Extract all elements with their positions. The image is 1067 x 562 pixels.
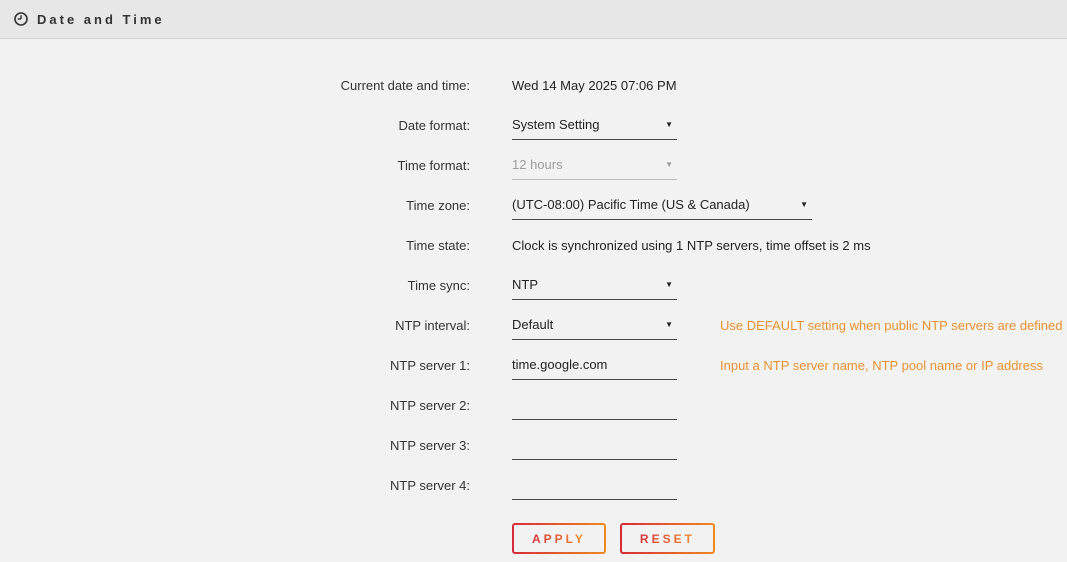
date-time-form: Current date and time: Wed 14 May 2025 0… <box>0 39 1067 554</box>
chevron-down-icon: ▼ <box>665 281 677 289</box>
row-ntp-server-3: NTP server 3: <box>0 425 1067 465</box>
row-time-state: Time state: Clock is synchronized using … <box>0 225 1067 265</box>
row-ntp-server-2: NTP server 2: <box>0 385 1067 425</box>
time-format-label: Time format: <box>0 158 470 173</box>
time-format-select: 12 hours ▼ <box>512 151 677 180</box>
date-format-selected-value: System Setting <box>512 117 599 132</box>
chevron-down-icon: ▼ <box>665 121 677 129</box>
time-format-selected-value: 12 hours <box>512 157 563 172</box>
ntp-interval-select[interactable]: Default ▼ <box>512 311 677 340</box>
time-sync-label: Time sync: <box>0 278 470 293</box>
row-time-format: Time format: 12 hours ▼ <box>0 145 1067 185</box>
ntp-server-4-label: NTP server 4: <box>0 478 470 493</box>
form-actions: APPLY RESET <box>512 523 1067 554</box>
ntp-server-1-label: NTP server 1: <box>0 358 470 373</box>
ntp-interval-label: NTP interval: <box>0 318 470 333</box>
chevron-down-icon: ▼ <box>665 161 677 169</box>
ntp-server-2-input[interactable] <box>512 391 677 420</box>
time-state-value: Clock is synchronized using 1 NTP server… <box>512 238 871 253</box>
chevron-down-icon: ▼ <box>800 201 812 209</box>
ntp-server-1-hint: Input a NTP server name, NTP pool name o… <box>720 358 1043 373</box>
apply-button[interactable]: APPLY <box>512 523 606 554</box>
current-datetime-value: Wed 14 May 2025 07:06 PM <box>512 78 677 93</box>
time-zone-selected-value: (UTC-08:00) Pacific Time (US & Canada) <box>512 197 750 212</box>
section-header: Date and Time <box>0 0 1067 39</box>
ntp-server-2-label: NTP server 2: <box>0 398 470 413</box>
time-state-label: Time state: <box>0 238 470 253</box>
ntp-server-3-input[interactable] <box>512 431 677 460</box>
ntp-server-3-label: NTP server 3: <box>0 438 470 453</box>
ntp-interval-hint: Use DEFAULT setting when public NTP serv… <box>720 318 1063 333</box>
page-title: Date and Time <box>37 12 165 27</box>
chevron-down-icon: ▼ <box>665 321 677 329</box>
time-sync-selected-value: NTP <box>512 277 538 292</box>
time-zone-select[interactable]: (UTC-08:00) Pacific Time (US & Canada) ▼ <box>512 191 812 220</box>
time-zone-label: Time zone: <box>0 198 470 213</box>
current-datetime-label: Current date and time: <box>0 78 470 93</box>
ntp-server-4-input[interactable] <box>512 471 677 500</box>
row-date-format: Date format: System Setting ▼ <box>0 105 1067 145</box>
date-format-label: Date format: <box>0 118 470 133</box>
row-ntp-server-4: NTP server 4: <box>0 465 1067 505</box>
row-ntp-interval: NTP interval: Default ▼ Use DEFAULT sett… <box>0 305 1067 345</box>
reset-button[interactable]: RESET <box>620 523 715 554</box>
time-sync-select[interactable]: NTP ▼ <box>512 271 677 300</box>
date-format-select[interactable]: System Setting ▼ <box>512 111 677 140</box>
ntp-server-1-input[interactable] <box>512 351 677 380</box>
reset-button-label: RESET <box>640 532 695 546</box>
row-current-datetime: Current date and time: Wed 14 May 2025 0… <box>0 65 1067 105</box>
row-time-zone: Time zone: (UTC-08:00) Pacific Time (US … <box>0 185 1067 225</box>
row-ntp-server-1: NTP server 1: Input a NTP server name, N… <box>0 345 1067 385</box>
apply-button-label: APPLY <box>532 532 586 546</box>
row-time-sync: Time sync: NTP ▼ <box>0 265 1067 305</box>
clock-icon <box>14 12 28 26</box>
ntp-interval-selected-value: Default <box>512 317 553 332</box>
